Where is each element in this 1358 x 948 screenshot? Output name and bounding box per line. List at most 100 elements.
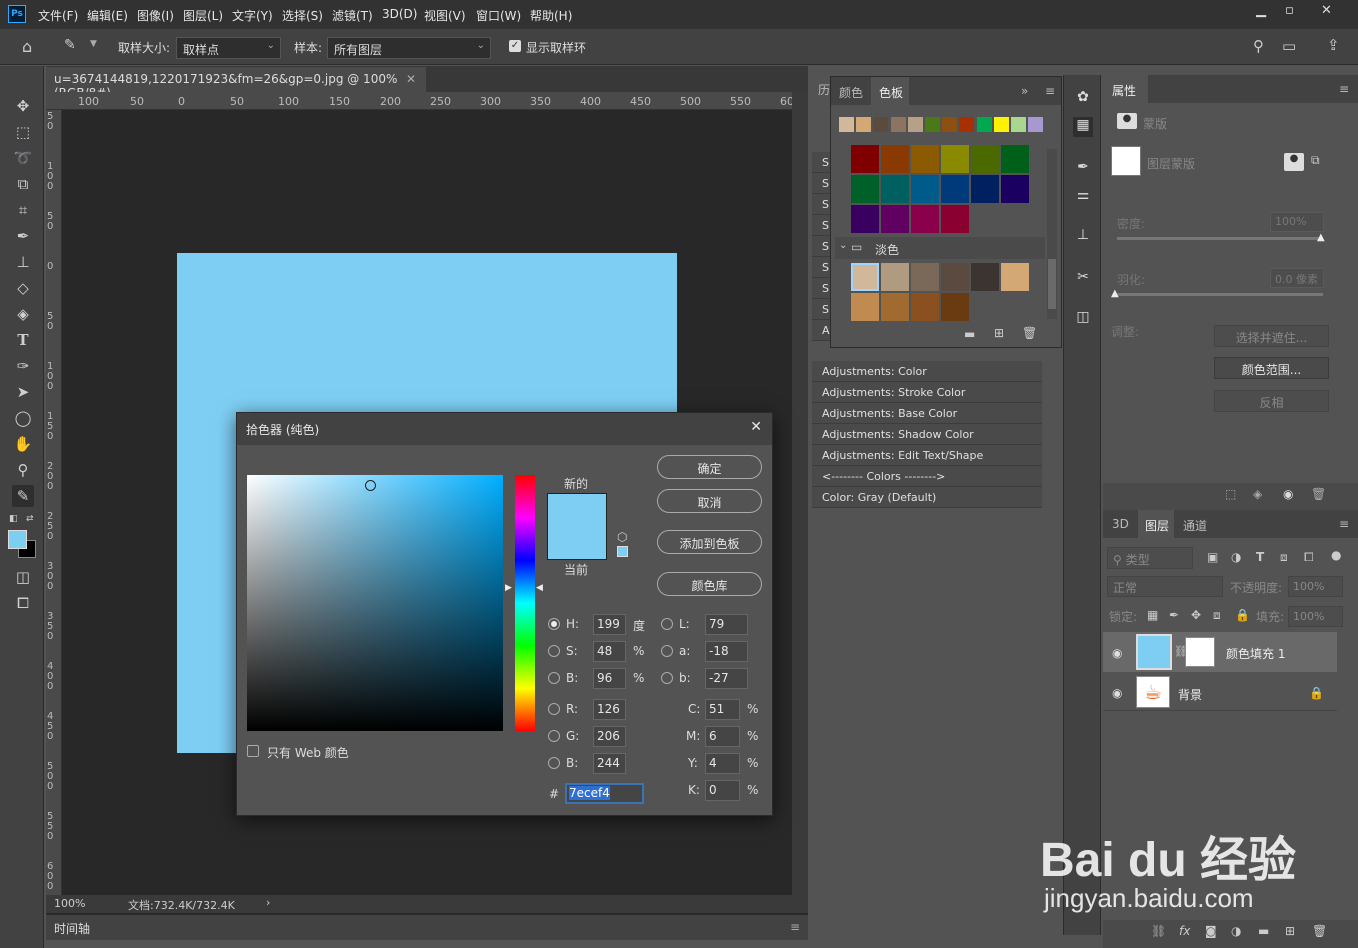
filter-smart-icon[interactable]: ⧠	[1304, 550, 1314, 565]
recent-swatch[interactable]	[1028, 117, 1044, 132]
load-selection-icon[interactable]: ⬚	[1225, 487, 1236, 501]
mask-visibility-icon[interactable]: ◉	[1283, 487, 1293, 501]
notes-icon[interactable]: ◫	[1073, 309, 1093, 329]
color-swatch[interactable]	[881, 293, 909, 321]
dialog-titlebar[interactable]: 拾色器 (纯色) ✕	[237, 413, 772, 445]
layers-menu-icon[interactable]: ≡	[1339, 517, 1349, 531]
brush-settings-icon[interactable]: ✒	[1073, 159, 1093, 179]
filter-shape-icon[interactable]: ⧈	[1280, 550, 1288, 565]
delete-swatch-icon[interactable]: 🗑	[1022, 326, 1037, 340]
crop-tool-icon[interactable]: ⌗	[12, 199, 34, 221]
visibility-eye-icon[interactable]: ◉	[1112, 686, 1122, 700]
color-swatch[interactable]	[971, 263, 999, 291]
h-radio[interactable]	[548, 618, 560, 630]
color-swatch[interactable]	[851, 175, 879, 203]
b-input[interactable]: 96	[593, 668, 626, 689]
close-window-icon[interactable]: ✕	[1321, 3, 1332, 18]
lock-all-icon[interactable]: 🔒	[1235, 608, 1250, 622]
menu-3d[interactable]: 3D(D)	[382, 7, 417, 21]
menu-view[interactable]: 视图(V)	[424, 7, 466, 24]
action-item[interactable]: Adjustments: Base Color	[812, 403, 1042, 424]
density-slider-handle[interactable]: ▲	[1317, 232, 1325, 243]
color-libraries-button[interactable]: 颜色库	[657, 572, 762, 596]
move-tool-icon[interactable]: ✥	[12, 95, 34, 117]
object-select-icon[interactable]: ⧉	[12, 173, 34, 195]
color-swatch[interactable]	[851, 263, 879, 291]
quick-mask-icon[interactable]: ◫	[12, 566, 34, 588]
recent-swatch[interactable]	[1011, 117, 1026, 132]
a-input[interactable]: -18	[705, 641, 748, 662]
l-radio[interactable]	[661, 618, 673, 630]
l-input[interactable]: 79	[705, 614, 748, 635]
chevron-down-icon[interactable]: ▼	[90, 39, 97, 49]
add-mask-icon[interactable]: ◙	[1205, 924, 1217, 938]
fill-input[interactable]: 100%	[1288, 606, 1343, 627]
s-radio[interactable]	[548, 645, 560, 657]
h-input[interactable]: 199	[593, 614, 626, 635]
filter-toggle-icon[interactable]: ●	[1331, 548, 1341, 562]
filter-pixel-icon[interactable]: ▣	[1207, 550, 1218, 564]
color-swatch[interactable]	[911, 263, 939, 291]
pixel-mask-icon[interactable]: ●	[1284, 153, 1304, 171]
recent-swatch[interactable]	[873, 117, 889, 132]
select-and-mask-button[interactable]: 选择并遮住...	[1214, 325, 1329, 347]
s-input[interactable]: 48	[593, 641, 626, 662]
foreground-color-swatch[interactable]	[8, 530, 27, 549]
vector-mask-icon[interactable]: ⧉	[1311, 153, 1320, 168]
visibility-eye-icon[interactable]: ◉	[1112, 646, 1122, 660]
lab-b-radio[interactable]	[661, 672, 673, 684]
k-input[interactable]: 0	[705, 780, 740, 801]
lock-move-icon[interactable]: ✥	[1191, 608, 1201, 622]
color-swatch[interactable]	[941, 175, 969, 203]
web-only-checkbox[interactable]	[247, 745, 259, 757]
fill-layer-mask-thumbnail[interactable]	[1185, 637, 1215, 667]
ok-button[interactable]: 确定	[657, 455, 762, 479]
apply-mask-icon[interactable]: ◈	[1253, 487, 1262, 501]
add-to-swatches-button[interactable]: 添加到色板	[657, 530, 762, 554]
panel-menu-icon[interactable]: ≡	[1045, 84, 1055, 98]
color-swatch[interactable]	[971, 145, 999, 173]
color-swatch[interactable]	[1001, 175, 1029, 203]
blue-radio[interactable]	[548, 757, 560, 769]
history-tab[interactable]: 历	[818, 81, 830, 98]
adjustments-icon[interactable]: ⚌	[1073, 187, 1093, 207]
sample-select[interactable]: 所有图层 ⌄	[327, 37, 491, 59]
color-swatch[interactable]	[971, 175, 999, 203]
hex-input[interactable]: 7ecef4	[565, 783, 644, 804]
color-swatch[interactable]	[911, 205, 939, 233]
action-item[interactable]: Adjustments: Stroke Color	[812, 382, 1042, 403]
home-icon[interactable]: ⌂	[22, 37, 32, 56]
default-colors-icon[interactable]: ◧	[9, 514, 18, 524]
density-slider[interactable]	[1117, 237, 1323, 240]
color-swatch[interactable]	[911, 293, 939, 321]
new-layer-icon[interactable]: ⊞	[1285, 924, 1295, 938]
tab-3d[interactable]: 3D	[1112, 517, 1129, 531]
feather-slider-handle[interactable]: ▲	[1111, 288, 1119, 299]
tab-color[interactable]: 颜色	[839, 84, 863, 101]
action-item[interactable]: Adjustments: Color	[812, 361, 1042, 382]
clone-source-icon[interactable]: ⊥	[1073, 227, 1093, 247]
link-layers-icon[interactable]: ⛓	[1151, 924, 1166, 938]
blend-mode-select[interactable]: 正常	[1107, 576, 1223, 597]
eraser-tool-icon[interactable]: ◇	[12, 277, 34, 299]
b-radio[interactable]	[548, 672, 560, 684]
recent-swatch[interactable]	[993, 117, 1009, 132]
vertical-scrollbar[interactable]	[792, 92, 808, 895]
delete-mask-icon[interactable]: 🗑	[1311, 487, 1326, 501]
color-swatch[interactable]	[881, 145, 909, 173]
opacity-input[interactable]: 100%	[1288, 576, 1343, 597]
action-item[interactable]: <-------- Colors -------->	[812, 466, 1042, 487]
action-item[interactable]: Adjustments: Shadow Color	[812, 424, 1042, 445]
recent-swatch[interactable]	[890, 117, 906, 132]
layer-mask-thumbnail[interactable]	[1111, 146, 1141, 176]
color-swatch[interactable]	[881, 175, 909, 203]
g-radio[interactable]	[548, 730, 560, 742]
hue-slider-left-handle[interactable]: ▶	[505, 583, 512, 593]
eyedropper-tool-icon[interactable]: ✎	[12, 485, 34, 507]
properties-menu-icon[interactable]: ≡	[1339, 82, 1349, 96]
feather-input[interactable]: 0.0 像素	[1270, 268, 1324, 288]
gamut-cube-icon[interactable]: ⬡	[617, 530, 627, 544]
workspace-icon[interactable]: ▭	[1282, 37, 1296, 55]
lock-paint-icon[interactable]: ✒	[1169, 608, 1179, 622]
layer-name[interactable]: 颜色填充 1	[1226, 645, 1285, 662]
